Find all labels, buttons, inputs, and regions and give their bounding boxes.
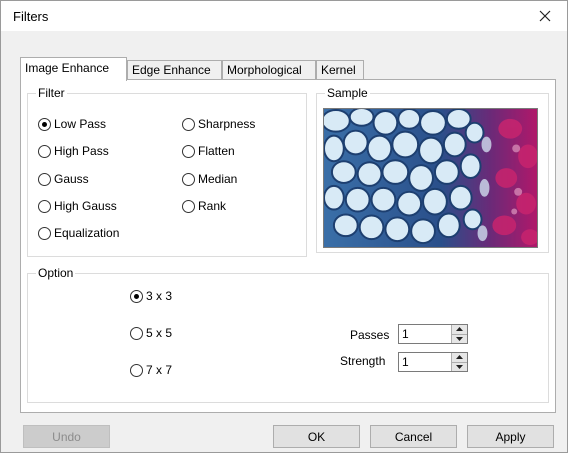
radio-rank[interactable]: Rank: [182, 199, 226, 213]
spin-down-button[interactable]: [452, 333, 467, 343]
cancel-label: Cancel: [394, 429, 433, 444]
radio-gauss[interactable]: Gauss: [38, 172, 89, 186]
radio-unselected-icon: [38, 144, 51, 158]
option-group-label: Option: [36, 266, 76, 280]
radio-label: Flatten: [198, 144, 235, 158]
sample-group: Sample: [316, 86, 549, 253]
tab-label: Image Enhance: [25, 61, 110, 75]
radio-high-pass[interactable]: High Pass: [38, 144, 109, 158]
radio-size-3x3[interactable]: 3 x 3: [130, 289, 172, 303]
radio-high-gauss[interactable]: High Gauss: [38, 199, 117, 213]
passes-spin-arrows: [451, 325, 467, 343]
radio-unselected-icon: [38, 172, 51, 186]
radio-label: Gauss: [54, 172, 89, 186]
radio-size-7x7[interactable]: 7 x 7: [130, 363, 172, 377]
tab-edge-enhance[interactable]: Edge Enhance: [127, 60, 222, 80]
strength-spinbox[interactable]: [398, 352, 468, 372]
radio-median[interactable]: Median: [182, 172, 237, 186]
strength-input[interactable]: [399, 353, 451, 371]
radio-unselected-icon: [130, 326, 143, 340]
radio-unselected-icon: [38, 199, 51, 213]
ok-label: OK: [307, 429, 326, 444]
close-icon: [539, 10, 551, 22]
filter-group-label: Filter: [36, 86, 67, 100]
sample-group-label: Sample: [325, 86, 370, 100]
caret-up-icon: [456, 355, 463, 360]
image-enhance-panel: Filter Low Pass High Pass Gauss High Gau…: [20, 79, 556, 413]
passes-label: Passes: [350, 328, 390, 342]
radio-selected-icon: [130, 289, 143, 303]
close-button[interactable]: [527, 3, 563, 29]
radio-flatten[interactable]: Flatten: [182, 144, 235, 158]
tab-label: Kernel: [321, 63, 356, 77]
radio-unselected-icon: [182, 172, 195, 186]
ok-button[interactable]: OK: [273, 425, 360, 448]
tab-label: Edge Enhance: [132, 63, 211, 77]
strength-spin-arrows: [451, 353, 467, 371]
radio-label: Equalization: [54, 226, 120, 240]
caret-up-icon: [456, 327, 463, 332]
radio-label: High Pass: [54, 144, 109, 158]
radio-label: Median: [198, 172, 238, 186]
radio-unselected-icon: [182, 144, 195, 158]
tab-kernel[interactable]: Kernel: [316, 60, 364, 80]
passes-input[interactable]: [399, 325, 451, 343]
window-title: Filters: [13, 9, 49, 24]
passes-spinbox[interactable]: [398, 324, 468, 344]
radio-equalization[interactable]: Equalization: [38, 226, 119, 240]
filter-group: Filter Low Pass High Pass Gauss High Gau…: [27, 86, 307, 257]
radio-label: Sharpness: [198, 117, 256, 131]
tab-image-enhance[interactable]: Image Enhance: [20, 57, 127, 81]
radio-label: 5 x 5: [146, 326, 173, 340]
caret-down-icon: [456, 336, 463, 341]
undo-label: Undo: [52, 429, 81, 444]
radio-size-5x5[interactable]: 5 x 5: [130, 326, 172, 340]
tab-morphological[interactable]: Morphological: [222, 60, 316, 80]
caret-down-icon: [456, 364, 463, 369]
strength-label: Strength: [340, 354, 386, 368]
spin-up-button[interactable]: [452, 353, 467, 362]
filters-dialog: Filters Image Enhance Edge Enhance Morph…: [0, 0, 568, 453]
spin-up-button[interactable]: [452, 325, 467, 334]
radio-label: 3 x 3: [146, 289, 173, 303]
radio-low-pass[interactable]: Low Pass: [38, 117, 106, 131]
radio-label: 7 x 7: [146, 363, 173, 377]
sample-image: [323, 108, 538, 248]
radio-label: Rank: [198, 199, 227, 213]
radio-label: High Gauss: [54, 199, 117, 213]
radio-label: Low Pass: [54, 117, 107, 131]
radio-sharpness[interactable]: Sharpness: [182, 117, 255, 131]
apply-button[interactable]: Apply: [467, 425, 554, 448]
radio-unselected-icon: [182, 117, 195, 131]
radio-unselected-icon: [182, 199, 195, 213]
spin-down-button[interactable]: [452, 361, 467, 371]
undo-button[interactable]: Undo: [23, 425, 110, 448]
tab-label: Morphological: [227, 63, 302, 77]
cancel-button[interactable]: Cancel: [370, 425, 457, 448]
radio-unselected-icon: [38, 226, 51, 240]
title-bar: Filters: [1, 1, 567, 31]
radio-selected-icon: [38, 117, 51, 131]
radio-unselected-icon: [130, 363, 143, 377]
apply-label: Apply: [495, 429, 526, 444]
option-group: Option 3 x 3 5 x 5 7 x 7 Passes 1 Streng…: [27, 266, 549, 403]
